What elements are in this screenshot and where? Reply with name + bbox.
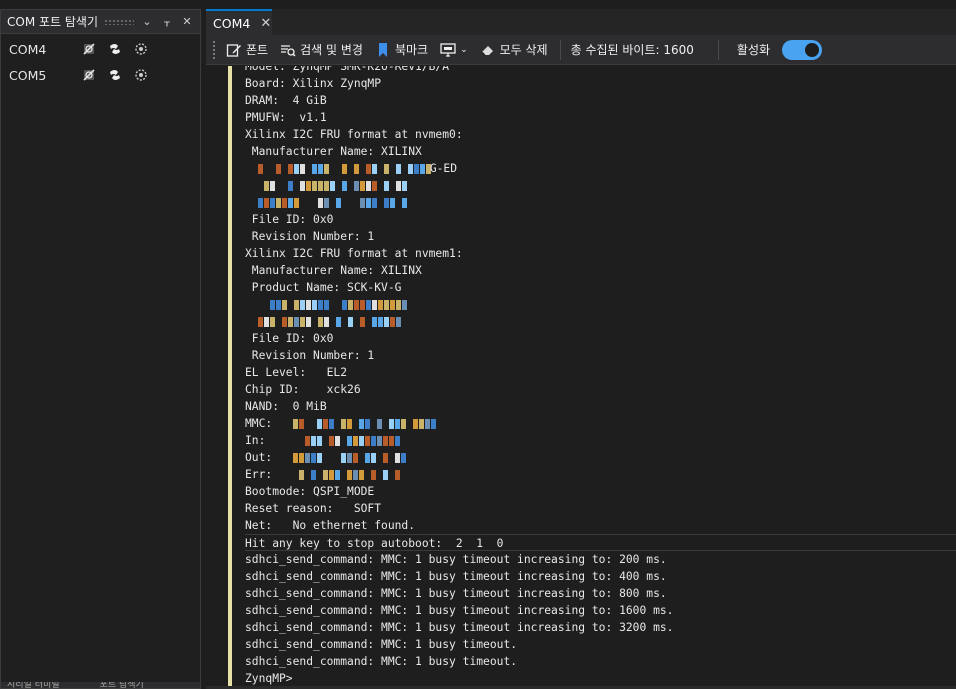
terminal-line: File ID: 0x0 xyxy=(245,213,334,226)
search-replace-label: 검색 및 변경 xyxy=(300,43,363,57)
edit-icon xyxy=(226,43,241,57)
toolbar-separator xyxy=(559,39,561,60)
redacted-pixels xyxy=(257,196,408,209)
clear-all-button[interactable]: 모두 삭제 xyxy=(478,41,550,58)
terminal-line: Model: ZynqMP SMK-K26-Rev1/B/A xyxy=(245,66,450,73)
tab-com4[interactable]: COM4 ✕ xyxy=(206,9,272,35)
pin-icon[interactable]: ᚁ xyxy=(160,15,174,29)
terminal-line: File ID: 0x0 xyxy=(245,332,334,345)
font-button[interactable]: 폰트 xyxy=(224,41,270,58)
bookmark-button[interactable]: 북마크 xyxy=(373,41,430,58)
port-row-com5[interactable]: COM5 xyxy=(1,62,200,88)
redacted-pixels xyxy=(257,162,432,175)
toolbar-grip-icon[interactable] xyxy=(212,39,216,60)
com-port-explorer-panel: COM 포트 탐색기 ⌄ ᚁ ✕ COM4 COM5 시리얼 터미널 포트 탐색… xyxy=(0,9,201,689)
chevron-down-icon: ⌄ xyxy=(460,44,468,55)
terminal-line: Xilinx I2C FRU format at nvmem0: xyxy=(245,128,463,141)
bookmark-icon xyxy=(378,42,387,57)
terminal-line: sdhci_send_command: MMC: 1 busy timeout … xyxy=(245,570,667,583)
settings-icon[interactable] xyxy=(133,67,149,83)
toggle-knob xyxy=(805,42,820,57)
monitor-icon xyxy=(440,42,456,57)
connect-icon[interactable] xyxy=(107,41,123,57)
terminal-line: PMUFW: v1.1 xyxy=(245,111,327,124)
terminal-line: NAND: 0 MiB xyxy=(245,400,327,413)
redacted-pixels xyxy=(293,434,407,447)
terminal-line: Hit any key to stop autoboot: 2 1 0 xyxy=(245,534,956,551)
document-tab-bar: COM4 ✕ xyxy=(206,9,956,35)
connect-icon[interactable] xyxy=(107,67,123,83)
terminal-line: EL Level: EL2 xyxy=(245,366,348,379)
font-button-label: 폰트 xyxy=(246,43,269,57)
terminal-line xyxy=(245,194,956,211)
clear-all-label: 모두 삭제 xyxy=(499,43,548,57)
activate-label: 활성화 xyxy=(736,43,771,57)
terminal-line: In: xyxy=(245,432,956,449)
terminal-line: Err: xyxy=(245,466,956,483)
terminal-line: Out: xyxy=(245,449,956,466)
terminal-line: sdhci_send_command: MMC: 1 busy timeout … xyxy=(245,621,674,634)
redacted-pixels xyxy=(258,298,408,311)
terminal-line: Net: No ethernet found. xyxy=(245,519,416,532)
terminal-line: ZynqMP> xyxy=(245,672,293,685)
tab-label: COM4 xyxy=(213,15,251,31)
explorer-header: COM 포트 탐색기 ⌄ ᚁ ✕ xyxy=(1,10,200,34)
port-list: COM4 COM5 xyxy=(1,34,200,88)
terminal-line xyxy=(245,177,956,194)
terminal-line: DRAM: 4 GiB xyxy=(245,94,327,107)
terminal-line: sdhci_send_command: MMC: 1 busy timeout. xyxy=(245,638,518,651)
bookmark-label: 북마크 xyxy=(394,43,429,57)
redacted-pixels xyxy=(292,451,407,464)
terminal-line: Product Name: SCK-KV-G xyxy=(245,281,402,294)
search-replace-icon xyxy=(281,44,296,57)
drag-grip-icon[interactable] xyxy=(104,18,134,25)
explorer-title: COM 포트 탐색기 xyxy=(7,15,99,29)
chevron-down-icon[interactable]: ⌄ xyxy=(140,15,154,29)
redacted-pixels xyxy=(293,468,407,481)
port-name: COM4 xyxy=(9,41,47,57)
activate-toggle[interactable] xyxy=(782,39,823,60)
terminal-line: MMC: xyxy=(245,415,956,432)
redacted-pixels xyxy=(258,179,408,192)
bookmark-gutter xyxy=(228,66,232,689)
terminal-output[interactable]: Model: ZynqMP SMK-K26-Rev1/B/A Board: Xil… xyxy=(206,66,956,689)
terminal-line: Revision Number: 1 xyxy=(245,230,375,243)
redacted-pixels xyxy=(257,315,408,328)
bottom-tab-serial-terminal[interactable]: 시리얼 터미널 xyxy=(1,682,60,688)
terminal-line-suffix: G-ED xyxy=(429,162,458,175)
terminal-line: Xilinx I2C FRU format at nvmem1: xyxy=(245,247,463,260)
terminal-line: Board: Xilinx ZynqMP xyxy=(245,77,382,90)
disconnect-plug-icon[interactable] xyxy=(81,41,97,57)
search-replace-button[interactable]: 검색 및 변경 xyxy=(278,41,365,58)
terminal-line: G-ED xyxy=(245,160,956,177)
terminal-toolbar: 폰트 검색 및 변경 북마크 ⌄ 모두 삭제 총 수집된 바이트: 1600 활… xyxy=(206,35,956,65)
explorer-bottom-tabs: 시리얼 터미널 포트 탐색기 xyxy=(1,682,200,688)
close-icon[interactable]: ✕ xyxy=(180,15,194,29)
port-row-com4[interactable]: COM4 xyxy=(1,36,200,62)
settings-icon[interactable] xyxy=(133,41,149,57)
bottom-tab-port-explorer[interactable]: 포트 탐색기 xyxy=(60,682,144,688)
redacted-pixels xyxy=(292,417,437,430)
port-name: COM5 xyxy=(9,67,47,83)
terminal-line: Revision Number: 1 xyxy=(245,349,375,362)
terminal-line: Bootmode: QSPI_MODE xyxy=(245,485,375,498)
terminal-lines: Model: ZynqMP SMK-K26-Rev1/B/A Board: Xil… xyxy=(245,66,956,687)
terminal-line: Reset reason: SOFT xyxy=(245,502,382,515)
disconnect-plug-icon[interactable] xyxy=(81,67,97,83)
terminal-document: COM4 ✕ 폰트 검색 및 변경 북마크 ⌄ 모두 삭제 총 수집된 바이트:… xyxy=(206,9,956,689)
terminal-line: Manufacturer Name: XILINX xyxy=(245,145,422,158)
terminal-line xyxy=(245,313,956,330)
terminal-line: sdhci_send_command: MMC: 1 busy timeout. xyxy=(245,655,518,668)
eraser-icon xyxy=(481,45,493,55)
total-bytes-counter: 총 수집된 바이트: 1600 xyxy=(570,43,694,57)
terminal-line: Chip ID: xck26 xyxy=(245,383,361,396)
terminal-line: sdhci_send_command: MMC: 1 busy timeout … xyxy=(245,587,667,600)
terminal-line: sdhci_send_command: MMC: 1 busy timeout … xyxy=(245,604,674,617)
terminal-line: Manufacturer Name: XILINX xyxy=(245,264,422,277)
terminal-line xyxy=(245,296,956,313)
close-icon[interactable]: ✕ xyxy=(260,16,271,31)
toolbar-separator xyxy=(717,39,719,60)
display-mode-dropdown[interactable]: ⌄ xyxy=(438,42,470,58)
terminal-line: sdhci_send_command: MMC: 1 busy timeout … xyxy=(245,553,667,566)
